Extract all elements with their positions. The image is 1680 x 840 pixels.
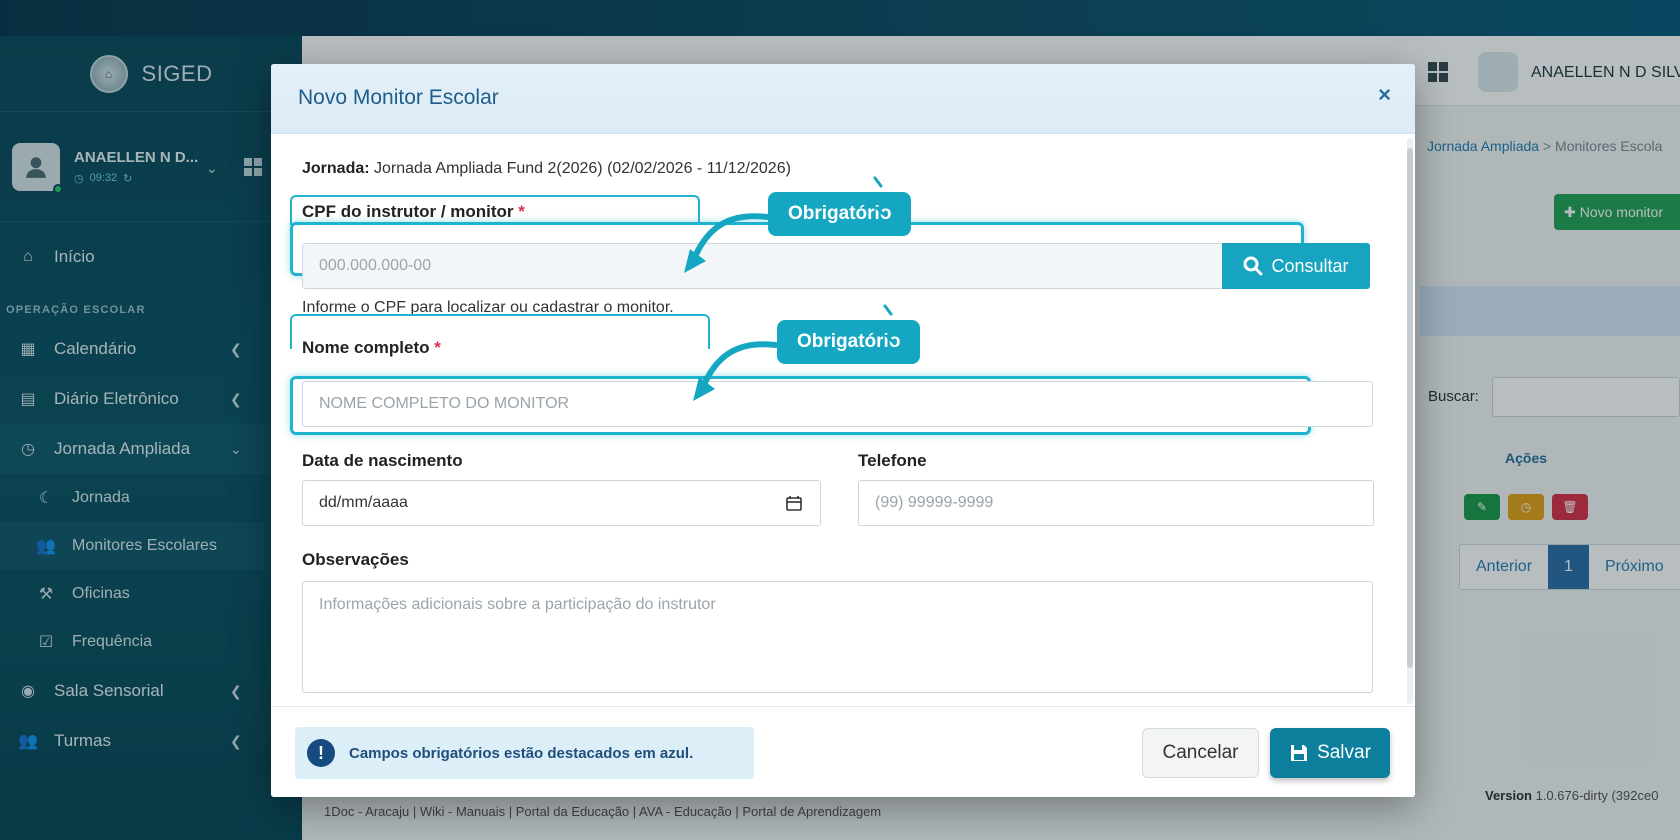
exclamation-icon: ! (307, 739, 335, 767)
jornada-value: Jornada Ampliada Fund 2(2026) (02/02/202… (374, 160, 791, 177)
jornada-label: Jornada: (302, 160, 370, 177)
floppy-icon (1291, 745, 1308, 761)
required-fields-alert: ! Campos obrigatórios estão destacados e… (295, 727, 754, 779)
telefone-label: Telefone (858, 451, 927, 470)
alert-text: Campos obrigatórios estão destacados em … (349, 744, 694, 762)
sparkle-icon (883, 304, 903, 344)
save-label: Salvar (1317, 742, 1371, 763)
telefone-input[interactable]: (99) 99999-9999 (858, 480, 1374, 526)
arrow-icon (693, 341, 779, 401)
cancel-button[interactable]: Cancelar (1142, 728, 1259, 778)
obs-textarea[interactable]: Informações adicionais sobre a participa… (302, 581, 1373, 693)
obs-label: Observações (302, 550, 409, 569)
required-mark: * (518, 202, 525, 221)
nome-label: Nome completo * (302, 338, 441, 358)
scrollbar-thumb[interactable] (1407, 148, 1413, 668)
cpf-label: CPF do instrutor / monitor * (302, 202, 525, 222)
modal-header: Novo Monitor Escolar × (271, 64, 1415, 134)
nascimento-placeholder: dd/mm/aaaa (319, 494, 408, 511)
nome-label-text: Nome completo (302, 338, 430, 357)
consult-label: Consultar (1271, 255, 1349, 276)
search-icon (1243, 256, 1263, 276)
required-mark: * (434, 338, 441, 357)
new-monitor-modal: Novo Monitor Escolar × Jornada: Jornada … (271, 64, 1415, 797)
consult-button[interactable]: Consultar (1222, 243, 1370, 289)
modal-title: Novo Monitor Escolar (298, 86, 499, 109)
jornada-info: Jornada: Jornada Ampliada Fund 2(2026) (… (302, 160, 791, 178)
save-button[interactable]: Salvar (1270, 728, 1390, 778)
calendar-icon[interactable] (786, 495, 802, 511)
nome-input[interactable]: NOME COMPLETO DO MONITOR (302, 381, 1373, 427)
close-icon[interactable]: × (1378, 82, 1391, 108)
modal-footer: ! Campos obrigatórios estão destacados e… (271, 706, 1415, 797)
arrow-icon (684, 213, 770, 273)
sparkle-icon (873, 176, 893, 216)
cpf-label-text: CPF do instrutor / monitor (302, 202, 514, 221)
modal-scrollbar[interactable] (1407, 138, 1413, 704)
nascimento-label: Data de nascimento (302, 451, 463, 470)
nascimento-input[interactable]: dd/mm/aaaa (302, 480, 821, 526)
